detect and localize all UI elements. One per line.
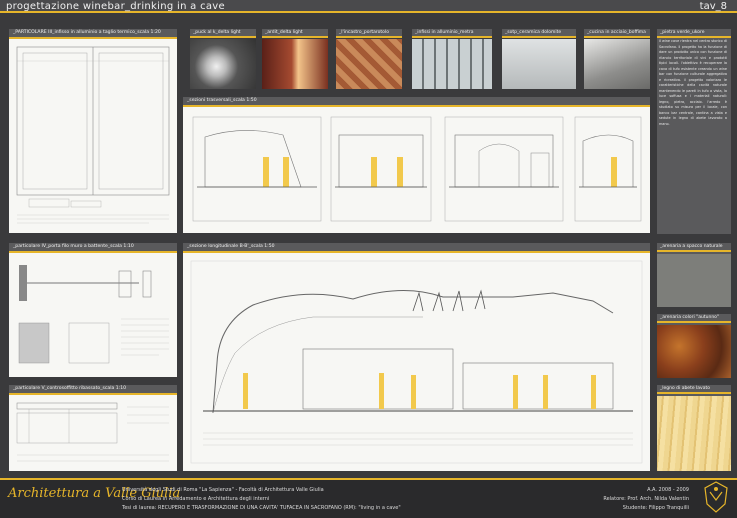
page-title: progettazione winebar_drinking in a cave: [6, 1, 225, 12]
panel-header-particolare-iii: _PARTICOLARE III_infisso in alluminio a …: [9, 29, 177, 39]
title-bar: progettazione winebar_drinking in a cave…: [0, 0, 737, 13]
thumb-ardit-light: _ardit_delta light: [262, 29, 328, 89]
drawing-particolare-v: [9, 395, 177, 471]
sidebar-cotto: _arenaria colori "autunno": [657, 314, 731, 378]
thumb-ceramica: _sotp_ceramica dolomite: [502, 29, 576, 89]
thumb-label: _l'incastro_portarotolo: [336, 29, 402, 38]
sidebar-label: _arenaria colori "autunno": [657, 314, 731, 323]
table-number: tav_8: [699, 1, 727, 12]
material-swatch: [657, 254, 731, 307]
sidebar-arenaria: _arenaria a spacco naturale: [657, 243, 731, 307]
ceiling-detail-drawing: [16, 402, 169, 462]
thumb-label: _sotp_ceramica dolomite: [502, 29, 576, 38]
cross-sections-drawing: [192, 116, 642, 222]
studente: Studente: Filippo Tranquilli: [622, 505, 689, 511]
footer: Architettura a Valle Giulia Università d…: [0, 478, 737, 518]
drawing-particolare-iii: [9, 39, 177, 233]
academic-year: A.A. 2008 - 2009: [647, 487, 689, 493]
thumb-infissi: _infissi in alluminio_metra: [412, 29, 492, 89]
thumb-label: _puck al k_delta light: [190, 29, 256, 38]
product-photo: [502, 39, 576, 89]
sidebar-pietra-verde: _pietra verde_ukore il wine cave rientra…: [657, 29, 731, 234]
relatore: Relatore: Prof. Arch. Nilda Valentin: [603, 496, 689, 502]
thesis-line: Tesi di laurea: RECUPERO E TRASFORMAZION…: [122, 505, 401, 511]
material-swatch: [657, 325, 731, 378]
window-detail-drawing: [16, 46, 170, 224]
sidebar-abete: _legno di abete lavato: [657, 385, 731, 471]
sidebar-label: _legno di abete lavato: [657, 385, 731, 394]
product-photo: [412, 39, 492, 89]
product-photo: [584, 39, 650, 89]
sidebar-label: _arenaria a spacco naturale: [657, 243, 731, 252]
drawing-particolare-iv: [9, 253, 177, 377]
panel-header-sezione-longitudinale: _sezione longitudinale B-B'_scala 1:50: [183, 243, 650, 253]
thumb-label: _infissi in alluminio_metra: [412, 29, 492, 38]
course-line: Corso di Laurea in Arredamento e Archite…: [122, 496, 270, 502]
drawing-sezione-longitudinale: [183, 253, 650, 471]
sidebar-description: il wine cave rientra nel centro storico …: [659, 39, 727, 126]
product-photo: [190, 39, 256, 89]
thumb-incastro: _l'incastro_portarotolo: [336, 29, 402, 89]
panel-header-particolare-v: _particolare V_controsoffitto ribassato_…: [9, 385, 177, 395]
product-photo: [336, 39, 402, 89]
door-detail-drawing: [18, 265, 169, 364]
crest-icon: [704, 481, 728, 513]
panel-header-sezioni-trasversali: _sezioni trasversali_scala 1:50: [183, 97, 650, 107]
university-line: Università degli Studi di Roma "La Sapie…: [122, 487, 324, 493]
thumb-label: _cucina in acciaio_boffima: [584, 29, 650, 38]
drawing-sezioni-trasversali: [183, 107, 650, 233]
material-swatch: [657, 396, 731, 471]
thumb-puck-light: _puck al k_delta light: [190, 29, 256, 89]
panel-header-particolare-iv: _particolare IV_porta filo muro a batten…: [9, 243, 177, 253]
sidebar-label: _pietra verde_ukore: [657, 29, 731, 38]
thumb-label: _ardit_delta light: [262, 29, 328, 38]
thumb-cucina: _cucina in acciaio_boffima: [584, 29, 650, 89]
product-photo: [262, 39, 328, 89]
longitudinal-section-drawing: [190, 260, 643, 464]
